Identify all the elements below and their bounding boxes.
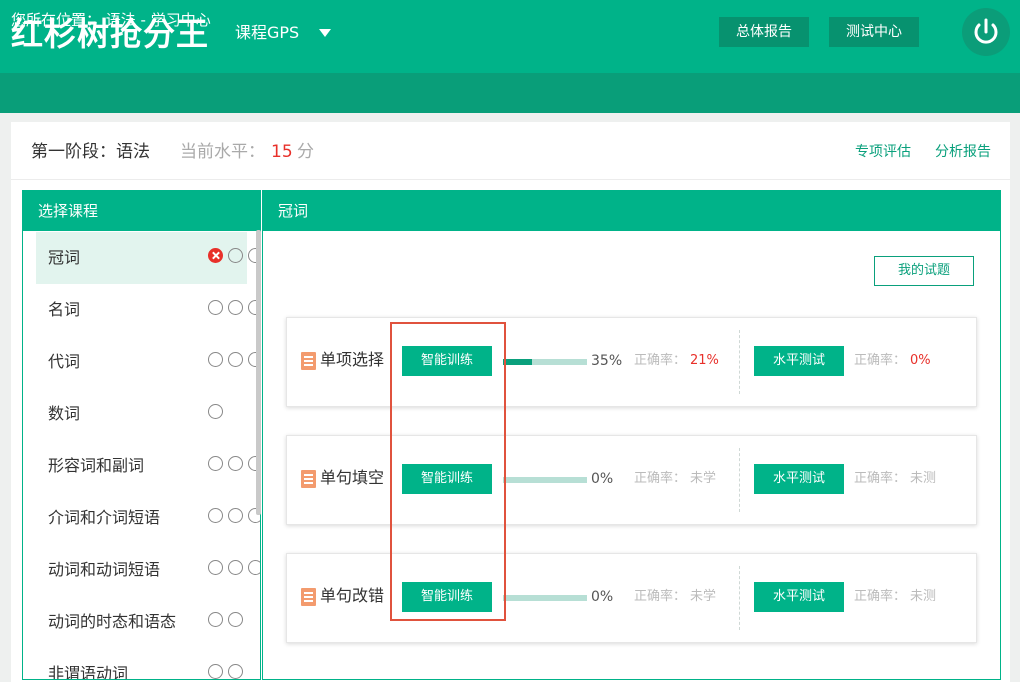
document-icon [301, 352, 316, 370]
document-icon [301, 588, 316, 606]
overall-report-button[interactable]: 总体报告 [719, 17, 809, 47]
test-accuracy-value: 未测 [910, 589, 937, 604]
level-test-button[interactable]: 水平测试 [754, 464, 844, 494]
course-name: 名词 [48, 300, 81, 319]
breadcrumb-bar [0, 73, 1020, 113]
breadcrumb: 您所在位置： 语法 - 学习中心 [11, 11, 211, 29]
course-gps-menu[interactable]: 课程GPS [235, 22, 299, 44]
course-name: 数词 [48, 404, 81, 423]
level-test-button[interactable]: 水平测试 [754, 346, 844, 376]
course-name: 介词和介词短语 [48, 508, 161, 527]
divider [11, 179, 1010, 180]
empty-circle-icon [208, 456, 223, 471]
test-accuracy-label: 正确率： [854, 471, 907, 486]
empty-circle-icon [208, 352, 223, 367]
exercise-title: 单句改错 [320, 586, 385, 605]
course-name: 形容词和副词 [48, 456, 145, 475]
course-item[interactable]: 冠词 [36, 232, 260, 284]
smart-training-button[interactable]: 智能训练 [402, 582, 492, 612]
my-tests-button[interactable]: 我的试题 [874, 256, 974, 286]
accuracy-label: 正确率： [634, 353, 687, 368]
accuracy-value: 未学 [690, 589, 717, 604]
level-unit: 分 [297, 142, 314, 162]
analysis-report-link[interactable]: 分析报告 [935, 142, 991, 162]
course-select-title: 选择课程 [23, 191, 260, 231]
empty-circle-icon [228, 456, 243, 471]
course-item[interactable]: 介词和介词短语 [36, 492, 260, 544]
course-select-panel: 选择课程 冠词名词代词数词形容词和副词 介词和介词短语 动词和动词短语 动词的时态和语… [22, 190, 261, 680]
test-center-button[interactable]: 测试中心 [829, 17, 919, 47]
dashed-divider [739, 448, 740, 512]
smart-training-button[interactable]: 智能训练 [402, 346, 492, 376]
empty-circle-icon [208, 404, 223, 419]
dashed-divider [739, 566, 740, 630]
power-icon[interactable] [962, 8, 1010, 56]
error-circle-icon [208, 248, 223, 263]
test-accuracy-value: 未测 [910, 471, 937, 486]
empty-circle-icon [228, 352, 243, 367]
empty-circle-icon [248, 560, 260, 575]
level-value: 15 [271, 142, 293, 162]
exercise-title: 单句填空 [320, 468, 385, 487]
course-item[interactable]: 名词 [36, 284, 260, 336]
test-accuracy-value: 0% [910, 353, 931, 368]
course-list-scrollbar[interactable] [256, 230, 261, 515]
test-accuracy-label: 正确率： [854, 589, 907, 604]
course-name: 冠词 [48, 248, 81, 267]
empty-circle-icon [208, 664, 223, 679]
level-label: 当前水平： [180, 142, 265, 162]
empty-circle-icon [228, 612, 243, 627]
course-name: 非谓语动词 [48, 664, 129, 680]
empty-circle-icon [208, 300, 223, 315]
empty-circle-icon [228, 248, 243, 263]
course-name: 动词和动词短语 [48, 560, 161, 579]
empty-circle-icon [228, 300, 243, 315]
exercise-card: 单项选择 智能训练 35% 正确率： 21% 水平测试 正确率： 0% [286, 317, 977, 407]
progress-percent: 0% [591, 471, 614, 487]
progress-bar-fill [503, 359, 533, 365]
accuracy-value: 21% [690, 353, 719, 368]
progress-bar [503, 595, 587, 601]
course-name: 代词 [48, 352, 81, 371]
course-item[interactable]: 动词的时态和语态 [36, 596, 247, 648]
course-list: 冠词名词代词数词形容词和副词 介词和介词短语 动词和动词短语 动词的时态和语态 非谓语动… [36, 232, 260, 680]
dashed-divider [739, 330, 740, 394]
level-test-button[interactable]: 水平测试 [754, 582, 844, 612]
empty-circle-icon [228, 508, 243, 523]
exercise-card: 单句改错 智能训练 0% 正确率： 未学 水平测试 正确率： 未测 [286, 553, 977, 643]
stage-title: 第一阶段：语法 [31, 142, 150, 162]
exercise-title: 单项选择 [320, 350, 385, 369]
empty-circle-icon [228, 560, 243, 575]
exercise-card: 单句填空 智能训练 0% 正确率： 未学 水平测试 正确率： 未测 [286, 435, 977, 525]
lesson-title: 冠词 [263, 191, 1000, 231]
progress-percent: 0% [591, 589, 614, 605]
empty-circle-icon [228, 664, 243, 679]
empty-circle-icon [208, 612, 223, 627]
progress-percent: 35% [591, 353, 623, 369]
empty-circle-icon [208, 508, 223, 523]
course-item[interactable]: 动词和动词短语 [36, 544, 260, 596]
smart-training-button[interactable]: 智能训练 [402, 464, 492, 494]
course-item[interactable]: 数词 [36, 388, 247, 440]
caret-down-icon[interactable] [319, 29, 331, 37]
test-accuracy-label: 正确率： [854, 353, 907, 368]
course-item[interactable]: 代词 [36, 336, 260, 388]
progress-bar [503, 477, 587, 483]
document-icon [301, 470, 316, 488]
progress-bar [503, 359, 587, 365]
course-item[interactable]: 形容词和副词 [36, 440, 260, 492]
course-item[interactable]: 非谓语动词 [36, 648, 247, 680]
course-name: 动词的时态和语态 [48, 612, 177, 631]
special-assessment-link[interactable]: 专项评估 [855, 142, 911, 162]
accuracy-label: 正确率： [634, 471, 687, 486]
accuracy-value: 未学 [690, 471, 717, 486]
empty-circle-icon [208, 560, 223, 575]
accuracy-label: 正确率： [634, 589, 687, 604]
